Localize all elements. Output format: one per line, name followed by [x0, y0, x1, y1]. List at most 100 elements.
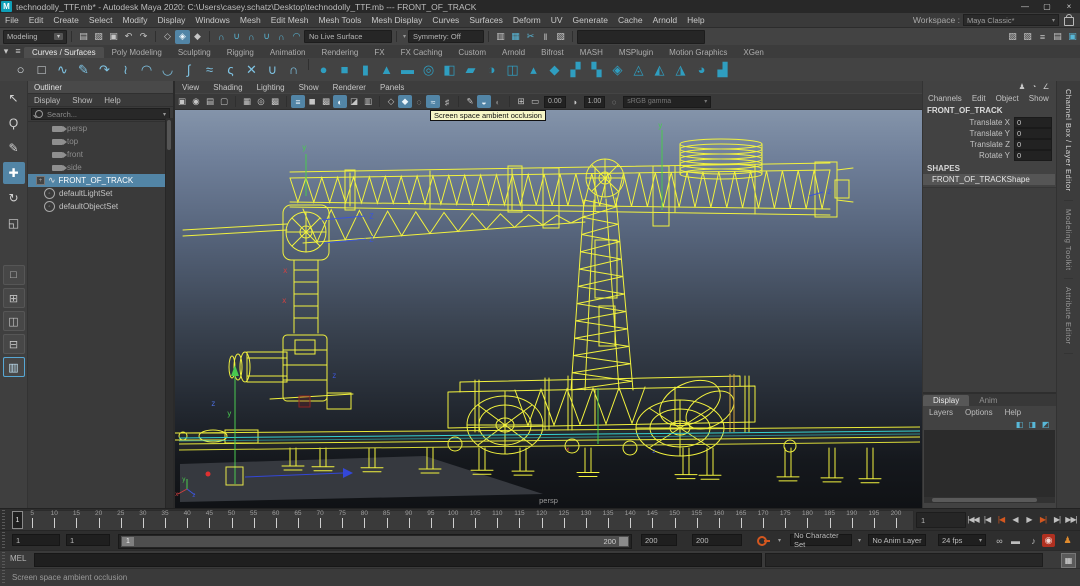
- shelf-tab-poly-modeling[interactable]: Poly Modeling: [104, 47, 170, 58]
- add-points-icon[interactable]: ≈: [199, 59, 220, 80]
- outliner-item-top[interactable]: top: [28, 135, 173, 148]
- menu-curves[interactable]: Curves: [427, 15, 464, 25]
- select-camera-icon[interactable]: ▣: [175, 95, 189, 108]
- arc-three-point-icon[interactable]: ◡: [157, 59, 178, 80]
- outliner-item-front-of-track[interactable]: +∿FRONT_OF_TRACK: [28, 174, 173, 187]
- extrude-icon[interactable]: ▴: [523, 59, 544, 80]
- select-tool[interactable]: ↖: [3, 87, 25, 109]
- trim-icon[interactable]: ◭: [649, 59, 670, 80]
- layout-two-pane-horiz[interactable]: ⊟: [3, 334, 25, 354]
- nurbs-cylinder-icon[interactable]: ▮: [355, 59, 376, 80]
- channel-box-menu-edit[interactable]: Edit: [967, 94, 991, 103]
- menu-arnold[interactable]: Arnold: [648, 15, 683, 25]
- outliner-item-front[interactable]: front: [28, 148, 173, 161]
- outliner-item-persp[interactable]: persp: [28, 122, 173, 135]
- fog-icon[interactable]: ≈: [426, 95, 440, 108]
- paint-select-tool[interactable]: ✎: [3, 137, 25, 159]
- render-settings-icon[interactable]: ✂: [523, 30, 538, 44]
- animation-start-field[interactable]: 1: [12, 534, 60, 546]
- manipulator-icon[interactable]: ♟: [1016, 82, 1028, 92]
- pause-viewport-icon[interactable]: ‖: [538, 30, 553, 44]
- lasso-select-tool[interactable]: Ϙ: [3, 112, 25, 134]
- snap-grid-icon[interactable]: ∩: [214, 30, 229, 44]
- speed-ramp-icon[interactable]: ◔: [1028, 82, 1040, 92]
- square-surface-icon[interactable]: ▞: [565, 59, 586, 80]
- cut-curve-icon[interactable]: ✕: [241, 59, 262, 80]
- show-channel-box-icon[interactable]: ▨: [1005, 30, 1020, 44]
- toolbox-panel-icon[interactable]: ▧: [553, 30, 568, 44]
- current-frame-field[interactable]: 1: [916, 512, 966, 528]
- attach-curves-icon[interactable]: ∪: [262, 59, 283, 80]
- edit-curve-icon[interactable]: ς: [220, 59, 241, 80]
- menu-cache[interactable]: Cache: [613, 15, 648, 25]
- channel-box-node-name[interactable]: FRONT_OF_TRACK: [923, 104, 1056, 117]
- time-ruler[interactable]: [12, 510, 914, 531]
- play-forwards-button[interactable]: ▶: [1022, 511, 1036, 528]
- workspace-dropdown[interactable]: Maya Classic* ▾: [963, 14, 1059, 26]
- rotate-tool[interactable]: ↻: [3, 187, 25, 209]
- menu-edit-mesh[interactable]: Edit Mesh: [266, 15, 314, 25]
- shelf-tab-arnold[interactable]: Arnold: [494, 47, 533, 58]
- menu-mesh-tools[interactable]: Mesh Tools: [314, 15, 367, 25]
- boundary-icon[interactable]: ◆: [544, 59, 565, 80]
- isolate-select-icon[interactable]: ◌: [412, 95, 426, 108]
- time-slider-grip[interactable]: [0, 510, 7, 530]
- time-slider[interactable]: 5101520253035404550556065707580859095100…: [0, 508, 1080, 531]
- open-close-icon[interactable]: ◕: [691, 59, 712, 80]
- snapshot-icon[interactable]: ⊞: [514, 95, 528, 108]
- shape-node-row[interactable]: FRONT_OF_TRACKShape: [923, 174, 1055, 185]
- nurbs-sphere-icon[interactable]: ●: [313, 59, 334, 80]
- menu-generate[interactable]: Generate: [568, 15, 613, 25]
- step-forward-frame-button[interactable]: ▶|: [1050, 511, 1064, 528]
- lighting-icon[interactable]: ◐: [333, 95, 347, 108]
- shelf-tab-rigging[interactable]: Rigging: [219, 47, 262, 58]
- anim-layer-dropdown[interactable]: No Anim Layer: [868, 534, 926, 546]
- save-scene-icon[interactable]: ▣: [106, 30, 121, 44]
- make-live-icon[interactable]: ◠: [289, 30, 304, 44]
- layer-editor-tab-anim[interactable]: Anim: [969, 395, 1007, 406]
- planar-icon[interactable]: ▰: [460, 59, 481, 80]
- attribute-value-field[interactable]: 0: [1014, 139, 1052, 150]
- animation-end-field[interactable]: 200: [692, 534, 742, 546]
- quick-selection-input[interactable]: [577, 30, 705, 44]
- channel-box-menu-object[interactable]: Object: [991, 94, 1024, 103]
- 2d-pan-zoom-icon[interactable]: ◎: [254, 95, 268, 108]
- lineup-icon[interactable]: ♯: [440, 95, 454, 108]
- gamma-field[interactable]: 1.00: [584, 96, 606, 108]
- side-tab-attribute-editor[interactable]: Attribute Editor: [1064, 279, 1073, 354]
- align-surfaces-icon[interactable]: ▟: [712, 59, 733, 80]
- new-layer-selected-icon[interactable]: ◨: [1026, 419, 1039, 430]
- script-editor-icon[interactable]: ▦: [1061, 553, 1076, 568]
- show-outliner-icon[interactable]: ▤: [1050, 30, 1065, 44]
- show-tool-settings-icon[interactable]: ▧: [1020, 30, 1035, 44]
- shelf-list-icon[interactable]: ≡: [12, 44, 24, 58]
- revolve-icon[interactable]: ◑: [481, 59, 502, 80]
- step-forward-key-button[interactable]: ▶|: [1036, 511, 1050, 528]
- chevron-down-icon[interactable]: ▾: [403, 33, 406, 40]
- range-end-handle[interactable]: [619, 537, 628, 546]
- freehand-curve-icon[interactable]: ≀: [115, 59, 136, 80]
- outliner-item-side[interactable]: side: [28, 161, 173, 174]
- select-object-icon[interactable]: ◈: [175, 30, 190, 44]
- sidebar-toggle-icon[interactable]: ▣: [1065, 30, 1080, 44]
- xray-joints-icon[interactable]: ◆: [398, 95, 412, 108]
- nurbs-torus-icon[interactable]: ◎: [418, 59, 439, 80]
- command-input[interactable]: [34, 553, 762, 567]
- shelf-tab-curves-surfaces[interactable]: Curves / Surfaces: [24, 47, 104, 58]
- menu-uv[interactable]: UV: [546, 15, 568, 25]
- menu-create[interactable]: Create: [48, 15, 84, 25]
- new-scene-icon[interactable]: ▤: [76, 30, 91, 44]
- shelf-tab-sculpting[interactable]: Sculpting: [170, 47, 219, 58]
- ep-curve-icon[interactable]: ∿: [52, 59, 73, 80]
- shadows-icon[interactable]: ◪: [347, 95, 361, 108]
- outliner-menu-help[interactable]: Help: [98, 96, 126, 105]
- ipr-render-icon[interactable]: ▦: [508, 30, 523, 44]
- nurbs-square-icon[interactable]: □: [31, 59, 52, 80]
- menu-display[interactable]: Display: [153, 15, 191, 25]
- nurbs-plane-icon[interactable]: ▬: [397, 59, 418, 80]
- outliner-item-defaultlightset[interactable]: ◦defaultLightSet: [28, 187, 173, 200]
- camera-attributes-icon[interactable]: ▤: [203, 95, 217, 108]
- overscan-icon[interactable]: ▩: [268, 95, 282, 108]
- layer-editor-tab-display[interactable]: Display: [923, 395, 969, 406]
- record-icon[interactable]: ◉: [1042, 534, 1055, 547]
